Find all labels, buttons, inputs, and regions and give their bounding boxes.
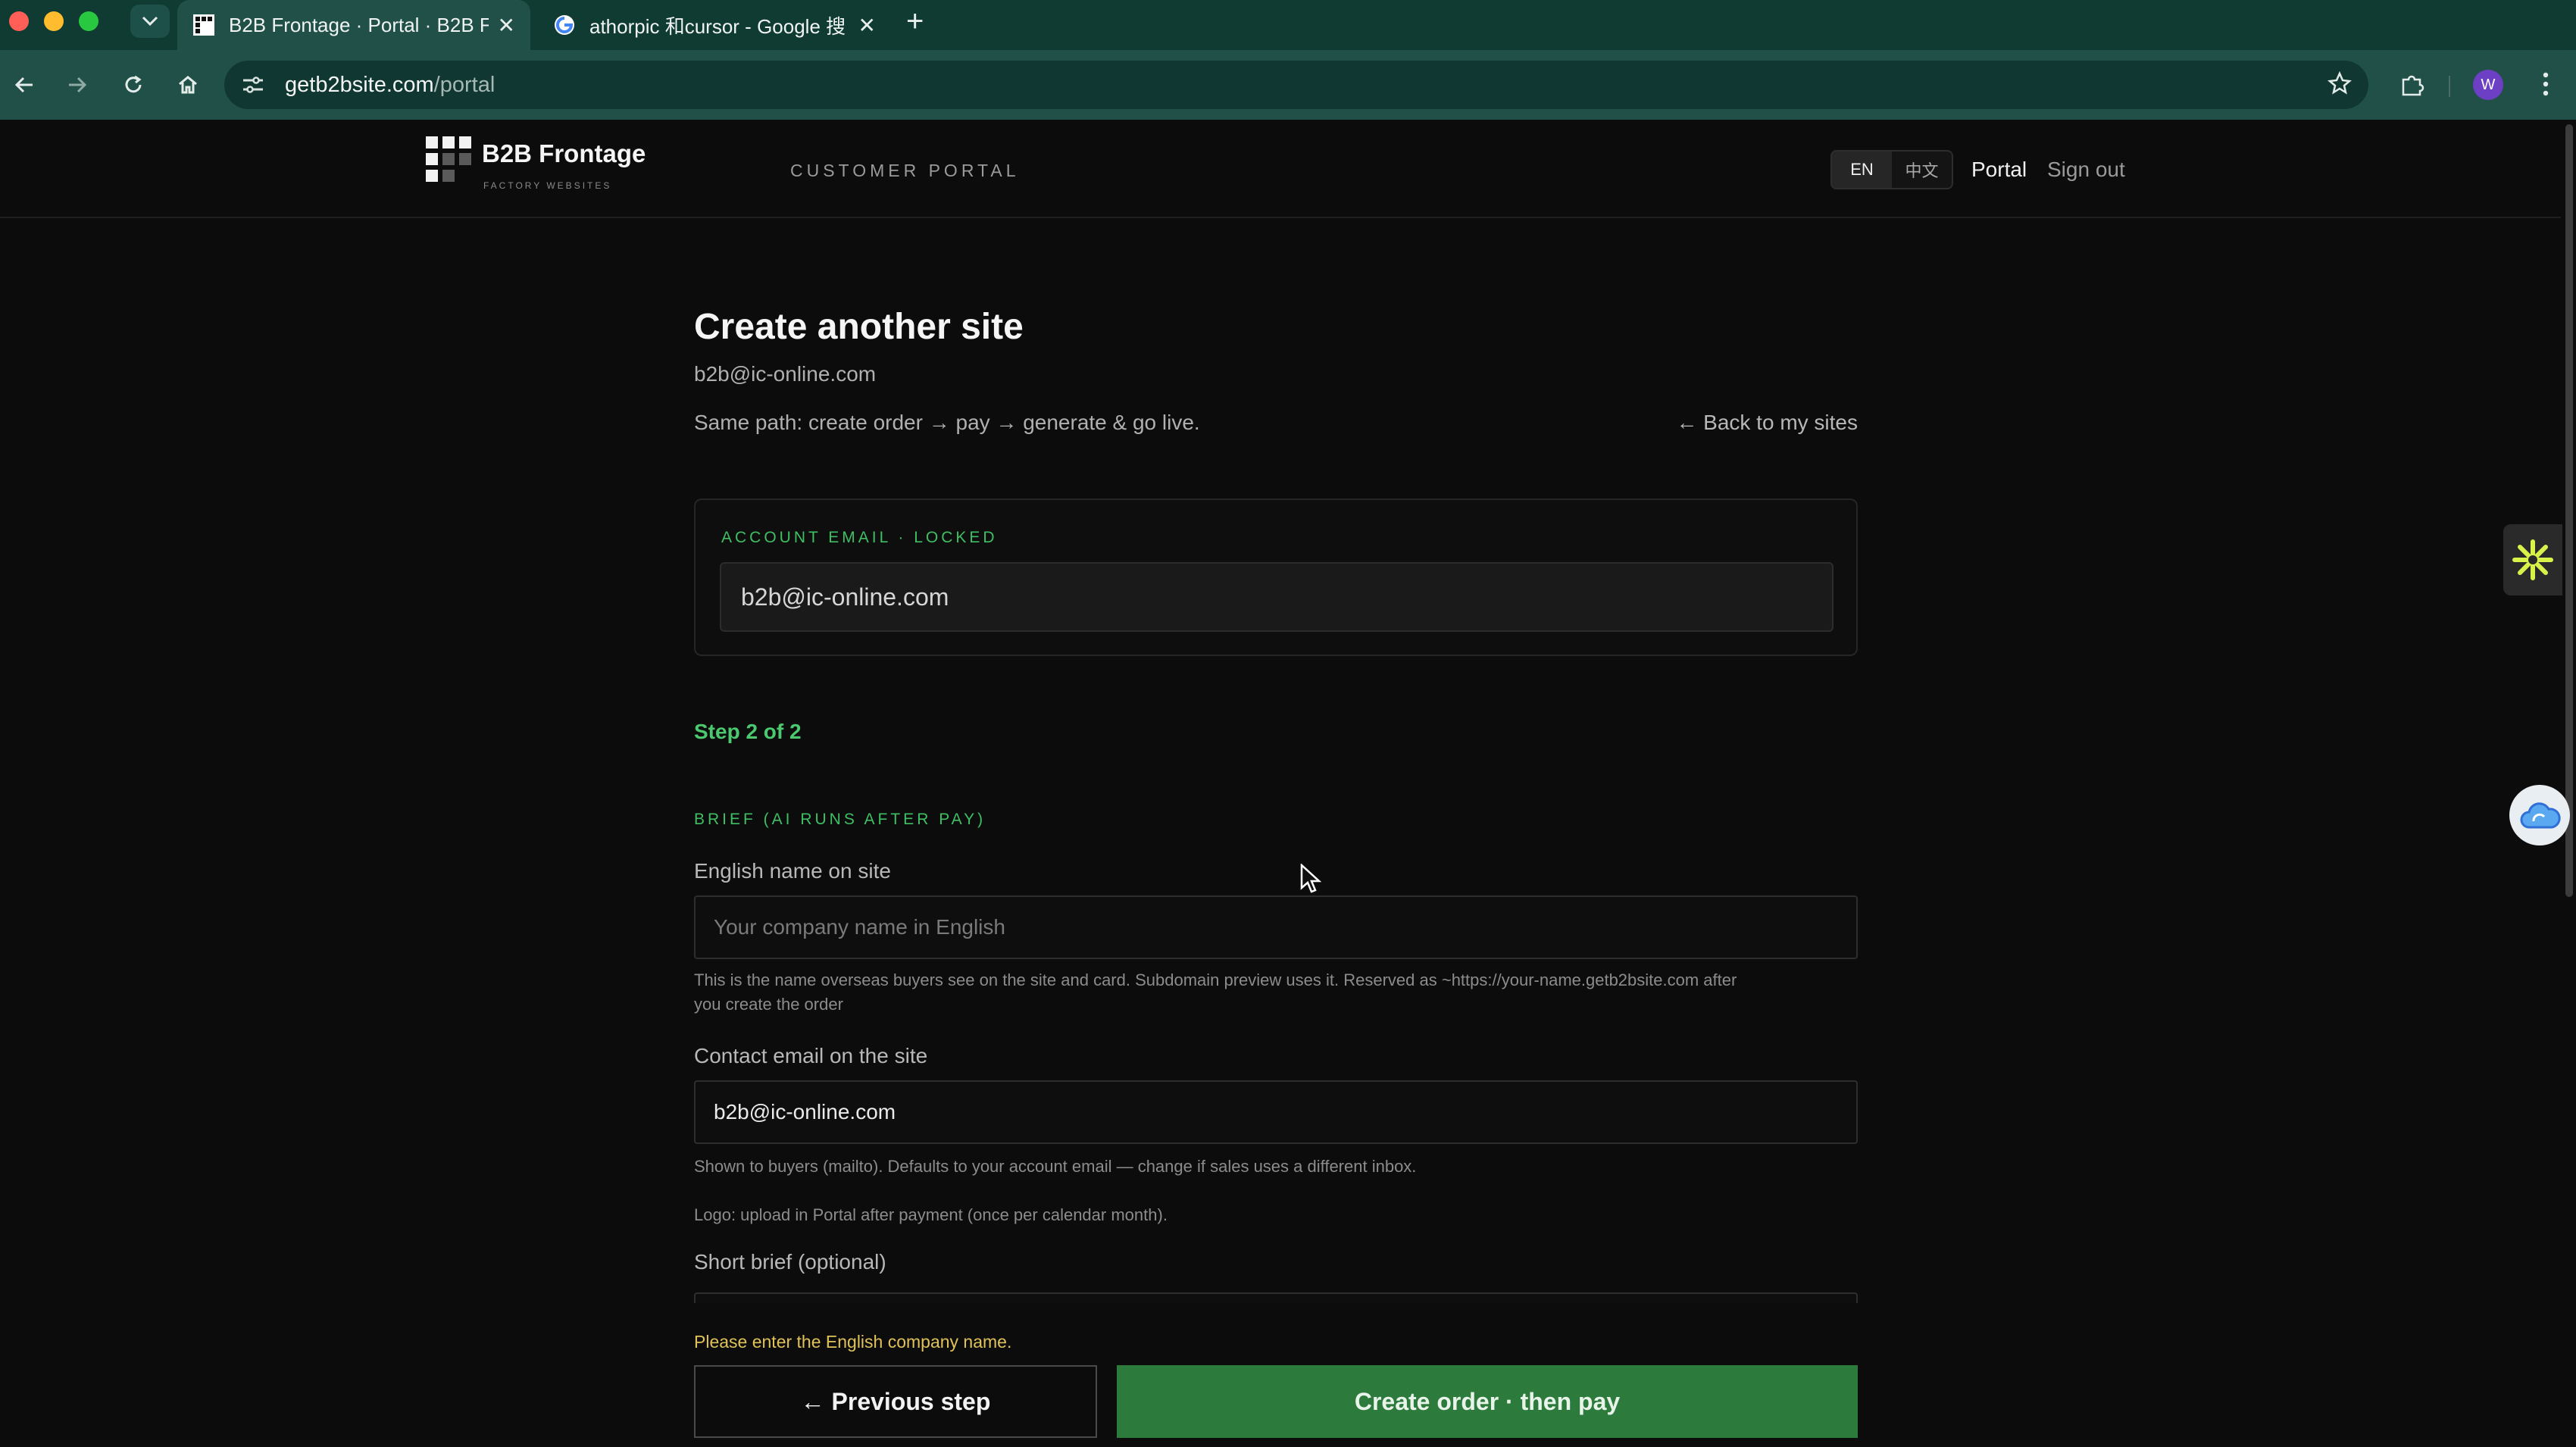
locked-email-card: ACCOUNT EMAIL · LOCKED b2b@ic-online.com xyxy=(694,498,1858,656)
close-icon[interactable]: ✕ xyxy=(498,13,515,38)
site-settings-icon[interactable] xyxy=(239,71,267,98)
nav-portal-link[interactable]: Portal xyxy=(1971,158,2027,182)
tab-title: athorpic 和cursor - Google 搜 xyxy=(589,14,846,38)
b2b-frontage-favicon-icon xyxy=(193,14,214,36)
short-brief-label: Short brief (optional) xyxy=(694,1250,886,1274)
extensions-puzzle-icon[interactable] xyxy=(2394,67,2431,103)
window-maximize-button[interactable] xyxy=(79,11,98,31)
brand-tagline: FACTORY WEBSITES xyxy=(483,180,612,191)
locked-email-field: b2b@ic-online.com xyxy=(720,562,1834,632)
mouse-cursor-icon xyxy=(1300,864,1321,893)
reload-icon[interactable] xyxy=(115,67,152,103)
tab-google-search[interactable]: athorpic 和cursor - Google 搜 ✕ xyxy=(538,0,891,50)
english-name-help-line-1: This is the name overseas buyers see on … xyxy=(694,970,1737,989)
browser-toolbar: getb2bsite.com/portal W xyxy=(0,50,2576,120)
cloud-icon xyxy=(2520,802,2561,829)
url-text: getb2bsite.com/portal xyxy=(285,73,495,98)
account-email-text: b2b@ic-online.com xyxy=(694,362,877,386)
window-close-button[interactable] xyxy=(9,11,29,31)
language-en-button[interactable]: EN xyxy=(1832,152,1892,188)
home-icon[interactable] xyxy=(170,67,206,103)
brief-section-label: BRIEF (AI RUNS AFTER PAY) xyxy=(694,811,986,828)
google-favicon-icon xyxy=(555,15,574,35)
locked-email-label: ACCOUNT EMAIL · LOCKED xyxy=(721,529,998,546)
tab-b2b-portal[interactable]: B2B Frontage · Portal · B2B F ✕ xyxy=(177,0,530,50)
step-indicator: Step 2 of 2 xyxy=(694,720,802,743)
chevron-down-icon xyxy=(142,16,158,27)
browser-menu-icon[interactable] xyxy=(2531,65,2561,103)
page-title: Create another site xyxy=(694,307,1024,347)
contact-email-help: Shown to buyers (mailto). Defaults to yo… xyxy=(694,1157,1417,1176)
language-switch: EN 中文 xyxy=(1830,150,1953,189)
create-order-button[interactable]: Create order · then pay xyxy=(1117,1365,1858,1438)
english-name-label: English name on site xyxy=(694,859,891,883)
back-arrow-icon[interactable] xyxy=(6,67,42,103)
validation-error: Please enter the English company name. xyxy=(694,1332,1012,1352)
english-name-input[interactable]: Your company name in English xyxy=(694,895,1858,959)
url-path: /portal xyxy=(433,72,496,97)
forward-arrow-icon[interactable] xyxy=(59,67,95,103)
tab-title: B2B Frontage · Portal · B2B F xyxy=(229,13,489,36)
window-minimize-button[interactable] xyxy=(44,11,64,31)
english-name-help: This is the name overseas buyers see on … xyxy=(694,968,1858,1017)
sign-out-link[interactable]: Sign out xyxy=(2047,158,2125,182)
brand-name[interactable]: B2B Frontage xyxy=(482,139,646,168)
logo-note: Logo: upload in Portal after payment (on… xyxy=(694,1205,1168,1224)
contact-email-input[interactable]: b2b@ic-online.com xyxy=(694,1080,1858,1144)
site-header: B2B Frontage FACTORY WEBSITES CUSTOMER P… xyxy=(0,120,2561,218)
address-bar[interactable]: getb2bsite.com/portal xyxy=(224,61,2368,109)
page-scrollbar[interactable] xyxy=(2562,120,2576,1445)
sparkle-icon xyxy=(2512,539,2553,580)
tab-search-button[interactable] xyxy=(130,5,170,38)
browser-tabstrip: B2B Frontage · Portal · B2B F ✕ athorpic… xyxy=(0,0,2576,50)
close-icon[interactable]: ✕ xyxy=(858,13,876,38)
scrollbar-thumb[interactable] xyxy=(2565,124,2573,897)
brand-logo-icon[interactable] xyxy=(426,136,471,182)
previous-step-button[interactable]: ← Previous step xyxy=(694,1365,1097,1438)
back-to-sites-link[interactable]: ← Back to my sites xyxy=(1676,411,1858,435)
toolbar-divider xyxy=(2449,76,2450,97)
customer-portal-label: CUSTOMER PORTAL xyxy=(790,161,1020,180)
english-name-help-line-2: you create the order xyxy=(694,995,843,1014)
assistant-sparkle-widget[interactable] xyxy=(2503,524,2562,595)
bookmark-star-icon[interactable] xyxy=(2327,70,2352,102)
path-description: Same path: create order → pay → generate… xyxy=(694,411,1200,434)
contact-email-label: Contact email on the site xyxy=(694,1044,928,1067)
url-domain: getb2bsite.com xyxy=(285,72,434,97)
new-tab-button[interactable]: + xyxy=(906,5,924,38)
language-zh-button[interactable]: 中文 xyxy=(1892,152,1952,188)
cloud-sync-widget[interactable] xyxy=(2509,785,2570,845)
profile-avatar[interactable]: W xyxy=(2473,70,2503,100)
